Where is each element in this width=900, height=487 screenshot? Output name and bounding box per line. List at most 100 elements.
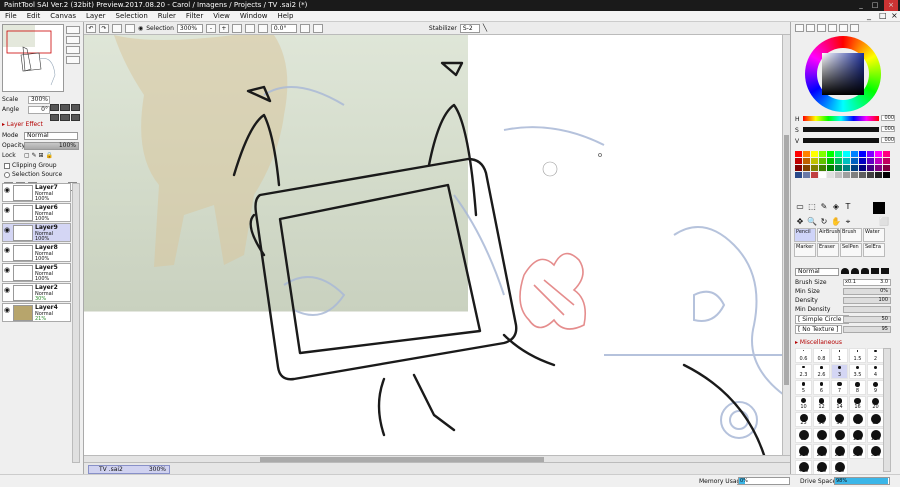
- brush-texture-select[interactable]: [ No Texture ]: [795, 325, 842, 334]
- menu-selection[interactable]: Selection: [111, 12, 153, 20]
- s-value[interactable]: 000: [881, 126, 895, 132]
- zoom-in-button[interactable]: +: [218, 23, 229, 33]
- color-swatch[interactable]: [835, 151, 842, 157]
- color-swatch[interactable]: [827, 165, 834, 171]
- menu-edit[interactable]: Edit: [22, 12, 46, 20]
- color-swatch[interactable]: [851, 172, 858, 178]
- brush-edge-shapes[interactable]: [841, 268, 889, 274]
- color-swatch[interactable]: [843, 158, 850, 164]
- text-tool-icon[interactable]: T: [843, 202, 853, 212]
- color-swatch[interactable]: [859, 165, 866, 171]
- brush-shape-strength[interactable]: 50: [843, 316, 891, 323]
- brush-size-preset[interactable]: 12: [813, 396, 830, 411]
- eye-icon[interactable]: ◉: [4, 246, 12, 254]
- rotate-left-button[interactable]: [244, 23, 255, 33]
- brush-size-preset[interactable]: 70: [813, 428, 830, 443]
- color-swatch[interactable]: [867, 158, 874, 164]
- doc-close-button[interactable]: ×: [886, 11, 898, 20]
- brush-size-preset[interactable]: 3: [831, 364, 848, 379]
- color-swatch[interactable]: [883, 158, 890, 164]
- canvas[interactable]: [84, 35, 790, 462]
- brush-size-preset[interactable]: 250: [831, 444, 848, 459]
- color-swatch[interactable]: [819, 172, 826, 178]
- scratchpad-tab[interactable]: [839, 24, 848, 32]
- brush-size-preset[interactable]: 5: [795, 380, 812, 395]
- undo-button[interactable]: ↶: [86, 23, 96, 33]
- brush-selera[interactable]: SelEra: [863, 243, 885, 257]
- brush-size-preset[interactable]: 0.6: [795, 348, 812, 363]
- layer-item-selected[interactable]: ◉ Layer9 Normal 100%: [2, 223, 71, 242]
- color-swatch[interactable]: [843, 151, 850, 157]
- layer-list-scrollbar[interactable]: [72, 183, 80, 463]
- clipping-group-checkbox[interactable]: Clipping Group: [4, 162, 57, 169]
- color-swatch[interactable]: [859, 151, 866, 157]
- angle-reset-button[interactable]: [70, 114, 80, 121]
- stabilizer-select[interactable]: S-2: [459, 23, 480, 33]
- minimize-button[interactable]: _: [854, 0, 868, 11]
- layer-item[interactable]: ◉ Layer8 Normal 100%: [2, 243, 71, 262]
- shape-icon[interactable]: ◈: [831, 202, 841, 212]
- color-swatch[interactable]: [795, 158, 802, 164]
- color-swatch[interactable]: [875, 172, 882, 178]
- layer-item[interactable]: ◉ Layer6 Normal 100%: [2, 203, 71, 222]
- brush-size-preset[interactable]: 16: [849, 396, 866, 411]
- color-swatch[interactable]: [811, 165, 818, 171]
- document-tab[interactable]: TV .sai2 300%: [88, 465, 170, 474]
- menu-view[interactable]: View: [208, 12, 235, 20]
- color-swatch[interactable]: [867, 172, 874, 178]
- brush-size-preset[interactable]: 10: [795, 396, 812, 411]
- move-icon[interactable]: ✥: [795, 217, 805, 227]
- nav-zoom-button[interactable]: [66, 26, 80, 34]
- brush-size-preset[interactable]: 400: [795, 460, 812, 475]
- doc-restore-button[interactable]: □: [874, 11, 887, 20]
- color-swatch[interactable]: [851, 151, 858, 157]
- brush-size-preset[interactable]: 50: [867, 412, 884, 427]
- brush-size-preset[interactable]: 80: [831, 428, 848, 443]
- eye-icon[interactable]: ◉: [4, 186, 12, 194]
- brush-texture-strength[interactable]: 95: [843, 326, 891, 333]
- invert-selection-button[interactable]: [125, 23, 135, 33]
- color-swatch[interactable]: [875, 151, 882, 157]
- angle-field[interactable]: 0.0°: [270, 23, 297, 33]
- color-swatch[interactable]: [795, 172, 802, 178]
- color-swatch[interactable]: [875, 158, 882, 164]
- zoom-field[interactable]: 300%: [176, 23, 203, 33]
- brush-size-preset[interactable]: 60: [795, 428, 812, 443]
- brush-size-preset[interactable]: 2.3: [795, 364, 812, 379]
- miscellaneous-header[interactable]: ▸ Miscellaneous: [795, 339, 842, 346]
- angle-field[interactable]: 0°: [28, 106, 50, 114]
- scale-field[interactable]: 300%: [28, 96, 50, 104]
- color-wheel-tab[interactable]: [795, 24, 804, 32]
- doc-minimize-button[interactable]: _: [862, 11, 874, 20]
- canvas-vertical-scrollbar[interactable]: [782, 35, 790, 455]
- color-swatch[interactable]: [827, 151, 834, 157]
- brush-water[interactable]: Water: [863, 228, 885, 242]
- color-swatch[interactable]: [803, 165, 810, 171]
- layer-item[interactable]: ◉ Layer2 Normal 30%: [2, 283, 71, 302]
- hand-icon[interactable]: ✋: [831, 217, 841, 227]
- rotate-reset-button[interactable]: [299, 23, 310, 33]
- brush-size-preset[interactable]: 500: [831, 460, 848, 475]
- color-swatch[interactable]: [803, 158, 810, 164]
- navigator-preview[interactable]: [2, 24, 64, 92]
- brush-selpen[interactable]: SelPen: [840, 243, 862, 257]
- color-swatch[interactable]: [883, 165, 890, 171]
- brush-size-preset[interactable]: 40: [849, 412, 866, 427]
- color-swatch[interactable]: [803, 151, 810, 157]
- color-swatch[interactable]: [859, 172, 866, 178]
- brush-size-preset[interactable]: 100: [849, 428, 866, 443]
- color-swatch[interactable]: [827, 172, 834, 178]
- brush-size-preset[interactable]: 7: [831, 380, 848, 395]
- brush-size-preset[interactable]: 200: [813, 444, 830, 459]
- color-swatch[interactable]: [819, 165, 826, 171]
- color-swatch[interactable]: [811, 158, 818, 164]
- brush-size-preset[interactable]: 8: [849, 380, 866, 395]
- menu-layer[interactable]: Layer: [81, 12, 111, 20]
- eye-icon[interactable]: ◉: [4, 286, 12, 294]
- rect-select-icon[interactable]: ▭: [795, 202, 805, 212]
- eye-icon[interactable]: ◉: [4, 206, 12, 214]
- primary-color-swatch[interactable]: [873, 202, 885, 214]
- rotate-icon[interactable]: ↻: [819, 217, 829, 227]
- brush-size-preset[interactable]: 35: [831, 412, 848, 427]
- color-swatch[interactable]: [819, 158, 826, 164]
